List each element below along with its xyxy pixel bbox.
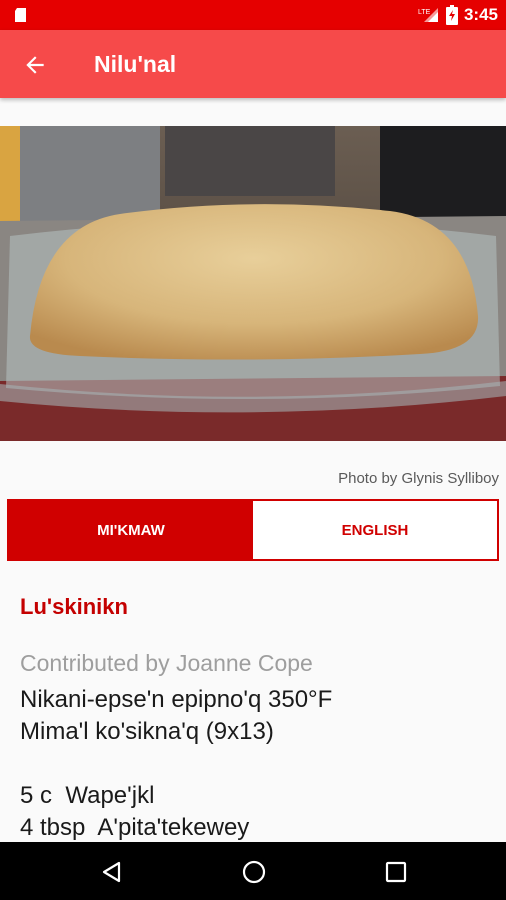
recipe-line: Nikani-epse'n epipno'q 350°F (20, 686, 333, 713)
page-title: Nilu'nal (94, 51, 177, 77)
recipe-photo (0, 126, 506, 441)
status-time: 3:45 (463, 5, 498, 24)
recipe-contributor: Contributed by Joanne Cope (20, 650, 313, 676)
home-circle-icon[interactable] (241, 859, 267, 885)
status-bar: LTE 3:45 (0, 0, 506, 30)
recipe-line (20, 748, 332, 780)
recipe-line: Mima'l ko'sikna'q (9x13) (20, 718, 274, 745)
recipe-title: Lu'skinikn (20, 594, 128, 619)
svg-text:LTE: LTE (418, 9, 431, 16)
navigation-bar (0, 842, 506, 900)
sd-card-icon (15, 8, 26, 22)
recipe-body: Nikani-epse'n epipno'q 350°F Mima'l ko's… (20, 684, 332, 844)
recipe-line: 5 c Wape'jkl (20, 782, 155, 809)
photo-credit: Photo by Glynis Sylliboy (338, 470, 499, 487)
recents-square-icon[interactable] (383, 859, 409, 885)
app-bar: Nilu'nal (0, 30, 506, 98)
back-triangle-icon[interactable] (99, 859, 125, 885)
tab-mikmaw[interactable]: MI'KMAW (9, 501, 253, 559)
recipe-line: 4 tbsp A'pita'tekewey (20, 814, 250, 841)
language-tabs: MI'KMAW ENGLISH (7, 499, 499, 561)
battery-charging-icon (445, 5, 458, 25)
lte-signal-icon: LTE (418, 8, 438, 22)
tab-english[interactable]: ENGLISH (253, 501, 497, 559)
arrow-left-icon[interactable] (22, 52, 48, 78)
